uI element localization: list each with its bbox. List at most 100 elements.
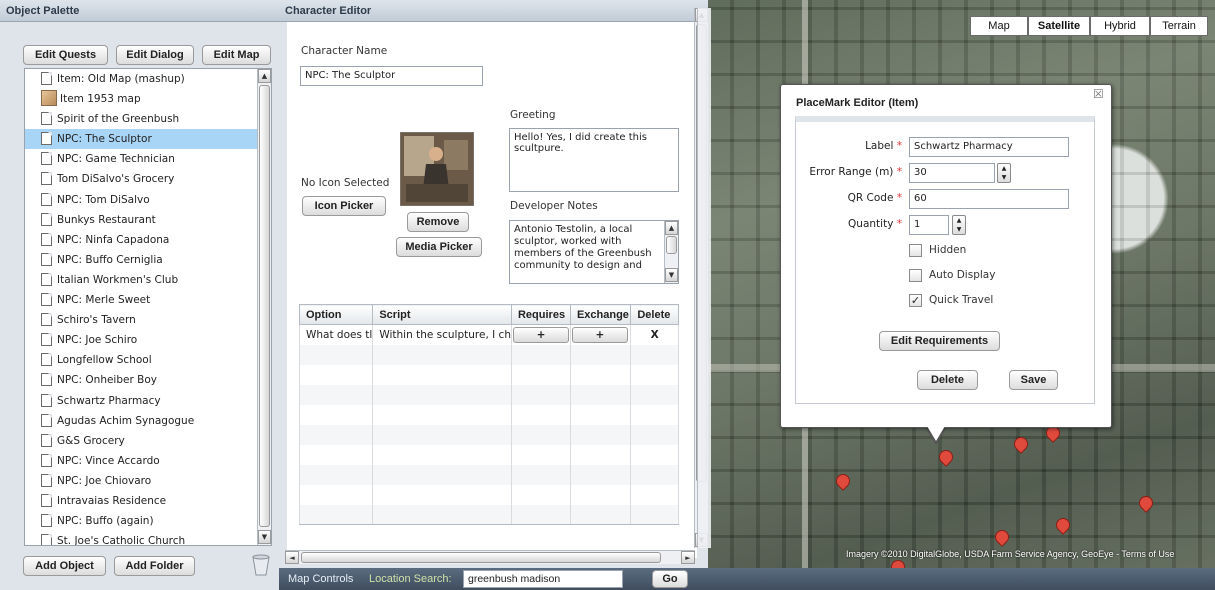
greeting-textarea[interactable]: Hello! Yes, I did create this scultpure.	[509, 128, 679, 192]
media-picker-button[interactable]: Media Picker	[396, 237, 482, 257]
list-item[interactable]: NPC: Merle Sweet	[25, 290, 271, 310]
table-row	[298, 464, 679, 485]
editor-horizontal-scrollbar[interactable]: ◄ ►	[285, 550, 695, 564]
location-go-button[interactable]: Go	[652, 570, 688, 588]
scroll-right-arrow-icon[interactable]: ►	[681, 551, 695, 564]
developer-notes-textarea[interactable]: Antonio Testolin, a local sculptor, work…	[509, 220, 679, 284]
developer-notes-label: Developer Notes	[510, 200, 598, 212]
remove-media-button[interactable]: Remove	[407, 212, 469, 232]
map-side-scrollbar[interactable]	[697, 8, 711, 548]
scroll-up-arrow-icon[interactable]: ▲	[665, 221, 678, 235]
map-type-hybrid-button[interactable]: Hybrid	[1090, 16, 1150, 36]
map-marker-icon[interactable]	[992, 527, 1012, 547]
list-item[interactable]: NPC: Joe Chiovaro	[25, 471, 271, 491]
list-item[interactable]: Schwartz Pharmacy	[25, 391, 271, 411]
list-item[interactable]: Agudas Achim Synagogue	[25, 411, 271, 431]
map-type-terrain-button[interactable]: Terrain	[1150, 16, 1208, 36]
list-item[interactable]: Spirit of the Greenbush	[25, 109, 271, 129]
map-type-satellite-button[interactable]: Satellite	[1028, 16, 1090, 36]
label-input[interactable]: Schwartz Pharmacy	[909, 137, 1069, 157]
qr-code-input[interactable]: 60	[909, 189, 1069, 209]
location-search-input[interactable]: greenbush madison	[463, 570, 623, 588]
list-item[interactable]: Tom DiSalvo's Grocery	[25, 169, 271, 189]
delete-row-button[interactable]: X	[630, 324, 679, 345]
object-list[interactable]: Item: Old Map (mashup) Item 1953 map Spiri…	[24, 68, 272, 546]
map-marker-icon[interactable]	[936, 447, 956, 467]
scroll-left-arrow-icon[interactable]: ◄	[285, 551, 299, 564]
list-item[interactable]: Item: Old Map (mashup)	[25, 69, 271, 89]
list-item[interactable]: St. Joe's Catholic Church	[25, 531, 271, 545]
list-item[interactable]: G&S Grocery	[25, 431, 271, 451]
quantity-input[interactable]: 1	[909, 215, 949, 235]
list-item[interactable]: Schiro's Tavern	[25, 310, 271, 330]
list-item[interactable]: Italian Workmen's Club	[25, 270, 271, 290]
object-list-scroll-thumb[interactable]	[259, 85, 270, 527]
edit-quests-button[interactable]: Edit Quests	[23, 45, 108, 65]
list-item[interactable]: Intravaias Residence	[25, 491, 271, 511]
list-item[interactable]: NPC: Buffo Cerniglia	[25, 250, 271, 270]
add-folder-button[interactable]: Add Folder	[114, 556, 195, 576]
edit-map-button[interactable]: Edit Map	[202, 45, 271, 65]
table-row	[298, 504, 679, 525]
edit-requirements-button[interactable]: Edit Requirements	[879, 331, 1000, 351]
map-marker-icon[interactable]	[833, 471, 853, 491]
scroll-down-arrow-icon[interactable]: ▼	[258, 530, 271, 544]
trash-icon[interactable]	[252, 554, 270, 576]
stepper-up-icon[interactable]: ▲	[957, 217, 962, 224]
add-object-button[interactable]: Add Object	[23, 556, 106, 576]
column-header-option[interactable]: Option	[298, 304, 374, 325]
error-range-stepper[interactable]: ▲ ▼	[997, 163, 1011, 183]
scroll-up-arrow-icon[interactable]: ▲	[258, 69, 271, 83]
scroll-down-arrow-icon[interactable]: ▼	[665, 268, 678, 282]
column-header-script[interactable]: Script	[372, 304, 512, 325]
list-item[interactable]: NPC: The Sculptor	[25, 129, 271, 150]
map-marker-icon[interactable]	[1136, 493, 1156, 513]
object-list-scrollbar[interactable]: ▲ ▼	[257, 69, 271, 545]
edit-dialog-button[interactable]: Edit Dialog	[116, 45, 194, 65]
document-icon	[41, 293, 52, 307]
script-cell[interactable]: Within the sculpture, I ch	[372, 324, 512, 345]
auto-display-checkbox[interactable]	[909, 269, 922, 282]
quick-travel-checkbox[interactable]: ✓	[909, 294, 922, 307]
map-marker-icon[interactable]	[1053, 515, 1073, 535]
developer-notes-scroll-thumb[interactable]	[666, 236, 677, 254]
list-item-label: NPC: Onheiber Boy	[57, 374, 157, 387]
exchange-add-button[interactable]: +	[571, 326, 628, 343]
map-type-map-button[interactable]: Map	[970, 16, 1028, 36]
list-item-label: Longfellow School	[57, 354, 152, 367]
stepper-down-icon[interactable]: ▼	[957, 226, 962, 233]
character-name-input[interactable]: NPC: The Sculptor	[300, 66, 483, 86]
developer-notes-scrollbar[interactable]: ▲ ▼	[664, 221, 678, 283]
editor-horizontal-scroll-thumb[interactable]	[301, 552, 661, 563]
column-header-delete[interactable]: Delete	[630, 304, 679, 325]
list-item[interactable]: NPC: Joe Schiro	[25, 330, 271, 350]
list-item[interactable]: NPC: Buffo (again)	[25, 511, 271, 531]
stepper-up-icon[interactable]: ▲	[1002, 165, 1007, 172]
error-range-input[interactable]: 30	[909, 163, 995, 183]
icon-picker-button[interactable]: Icon Picker	[302, 196, 386, 216]
placemark-delete-button[interactable]: Delete	[917, 370, 978, 390]
quantity-stepper[interactable]: ▲ ▼	[952, 215, 966, 235]
close-icon[interactable]: ☒	[1093, 87, 1104, 101]
map-marker-icon[interactable]	[1011, 434, 1031, 454]
stepper-down-icon[interactable]: ▼	[1002, 174, 1007, 181]
requires-add-button[interactable]: +	[512, 326, 569, 343]
document-icon	[41, 393, 52, 407]
map-controls-label[interactable]: Map Controls	[288, 573, 353, 585]
table-row	[298, 424, 679, 445]
list-item[interactable]: NPC: Tom DiSalvo	[25, 190, 271, 210]
list-item[interactable]: NPC: Vince Accardo	[25, 451, 271, 471]
option-cell[interactable]: What does tl	[298, 324, 374, 345]
list-item[interactable]: NPC: Game Technician	[25, 149, 271, 169]
list-item[interactable]: Item 1953 map	[25, 89, 271, 109]
column-header-exchange[interactable]: Exchange	[569, 304, 632, 325]
hidden-checkbox[interactable]	[909, 244, 922, 257]
list-item[interactable]: NPC: Ninfa Capadona	[25, 230, 271, 250]
list-item[interactable]: NPC: Onheiber Boy	[25, 370, 271, 390]
list-item-label: NPC: Vince Accardo	[57, 454, 160, 467]
list-item[interactable]: Bunkys Restaurant	[25, 210, 271, 230]
placemark-save-button[interactable]: Save	[1009, 370, 1058, 390]
column-header-requires[interactable]: Requires	[510, 304, 571, 325]
list-item[interactable]: Longfellow School	[25, 350, 271, 370]
table-row[interactable]: What does tl Within the sculpture, I ch …	[298, 324, 679, 345]
